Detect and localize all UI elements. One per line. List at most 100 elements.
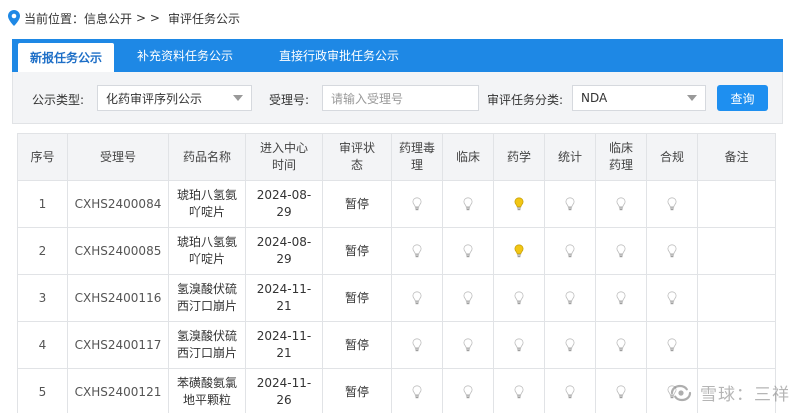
cell-clinical: [442, 368, 494, 413]
header-accept-number: 受理号: [67, 133, 169, 181]
cell-review-status: 暂停: [322, 227, 392, 275]
tab-new-task[interactable]: 新报任务公示: [18, 43, 114, 72]
breadcrumb-current: 审评任务公示: [167, 11, 240, 26]
filter-bar: 公示类型: 化药审评序列公示 受理号: 请输入受理号 审评任务分类: NDA 查…: [12, 72, 783, 124]
cell-remarks: [697, 180, 776, 228]
lightbulb-off-icon: [463, 244, 473, 258]
cell-clinical-pharmacology: [595, 274, 647, 322]
header-clinical-pharmacology: 临床 药理: [595, 133, 647, 181]
cell-clinical-pharmacology: [595, 368, 647, 413]
cell-index: 2: [17, 227, 68, 275]
cell-compliance: [646, 227, 698, 275]
lightbulb-off-icon: [616, 244, 626, 258]
cell-index: 5: [17, 368, 68, 413]
cell-drug-name: 琥珀八氢氨 吖啶片: [168, 227, 246, 275]
lightbulb-off-icon: [514, 385, 524, 399]
lightbulb-off-icon: [412, 291, 422, 305]
cell-clinical-pharmacology: [595, 321, 647, 369]
cell-pharmacology-toxicology: [391, 274, 443, 322]
lightbulb-off-icon: [565, 291, 575, 305]
type-select[interactable]: 化药审评序列公示: [97, 85, 252, 111]
header-drug-name: 药品名称: [168, 133, 246, 181]
tab-bar: 新报任务公示 补充资料任务公示 直接行政审批任务公示: [12, 39, 783, 72]
lightbulb-off-icon: [565, 244, 575, 258]
cell-clinical-pharmacology: [595, 180, 647, 228]
header-statistics: 统计: [544, 133, 596, 181]
cell-statistics: [544, 321, 596, 369]
lightbulb-off-icon: [463, 385, 473, 399]
cell-pharmacy: [493, 180, 545, 228]
cell-entry-time: 2024-11- 21: [245, 321, 323, 369]
lightbulb-off-icon: [667, 197, 677, 211]
task-category-value: NDA: [581, 91, 608, 105]
accept-number-input[interactable]: 请输入受理号: [322, 85, 479, 111]
lightbulb-off-icon: [565, 197, 575, 211]
accept-number-label: 受理号:: [269, 93, 310, 107]
tab-direct-approval-task[interactable]: 直接行政审批任务公示: [256, 39, 422, 72]
cell-drug-name: 氢溴酸伏硫 西汀口崩片: [168, 274, 246, 322]
snowball-logo-icon: [670, 384, 692, 401]
lightbulb-off-icon: [616, 291, 626, 305]
watermark-text: 雪球：三祥: [700, 385, 790, 405]
cell-pharmacology-toxicology: [391, 180, 443, 228]
task-table: 序号 受理号 药品名称 进入中心 时间 审评状 态药理毒 理临床 药学 统计 临床 药理 合规备…: [17, 133, 776, 413]
cell-clinical: [442, 180, 494, 228]
table-row[interactable]: 3 CXHS2400116 氢溴酸伏硫 西汀口崩片 2024-11- 21 暂停: [17, 274, 776, 322]
lightbulb-off-icon: [667, 291, 677, 305]
cell-clinical-pharmacology: [595, 227, 647, 275]
breadcrumb-section[interactable]: 信息公开: [84, 10, 132, 27]
lightbulb-off-icon: [616, 385, 626, 399]
cell-entry-time: 2024-08- 29: [245, 180, 323, 228]
watermark: 雪球：三祥: [668, 380, 790, 405]
cell-accept-number: CXHS2400117: [67, 321, 169, 369]
cell-remarks: [697, 321, 776, 369]
lightbulb-off-icon: [565, 385, 575, 399]
cell-review-status: 暂停: [322, 180, 392, 228]
lightbulb-on-icon: [514, 197, 524, 211]
cell-clinical: [442, 321, 494, 369]
cell-statistics: [544, 368, 596, 413]
cell-entry-time: 2024-11- 21: [245, 274, 323, 322]
header-review-status: 审评状 态: [322, 133, 392, 181]
table-row[interactable]: 5 CXHS2400121 苯磺酸氨氯 地平颗粒 2024-11- 26 暂停: [17, 368, 776, 413]
breadcrumb-prefix: 当前位置：: [24, 11, 85, 26]
breadcrumb: 当前位置： 信息公开 > > 审评任务公示: [8, 8, 240, 28]
task-category-label: 审评任务分类:: [487, 93, 564, 107]
chevron-down-icon: [233, 95, 243, 101]
cell-review-status: 暂停: [322, 321, 392, 369]
query-button[interactable]: 查询: [717, 85, 768, 111]
cell-drug-name: 氢溴酸伏硫 西汀口崩片: [168, 321, 246, 369]
cell-index: 4: [17, 321, 68, 369]
lightbulb-off-icon: [565, 338, 575, 352]
cell-index: 1: [17, 180, 68, 228]
header-remarks: 备注: [697, 133, 776, 181]
header-index: 序号: [17, 133, 68, 181]
header-pharmacy: 药学: [493, 133, 545, 181]
table-header-row: 序号 受理号 药品名称 进入中心 时间 审评状 态药理毒 理临床 药学 统计 临床 药理 合规备…: [17, 133, 776, 181]
table-row[interactable]: 2 CXHS2400085 琥珀八氢氨 吖啶片 2024-08- 29 暂停: [17, 227, 776, 275]
cell-accept-number: CXHS2400084: [67, 180, 169, 228]
cell-statistics: [544, 274, 596, 322]
type-select-value: 化药审评序列公示: [106, 91, 203, 106]
table-row[interactable]: 4 CXHS2400117 氢溴酸伏硫 西汀口崩片 2024-11- 21 暂停: [17, 321, 776, 369]
table-row[interactable]: 1 CXHS2400084 琥珀八氢氨 吖啶片 2024-08- 29 暂停: [17, 180, 776, 228]
lightbulb-off-icon: [412, 197, 422, 211]
lightbulb-off-icon: [616, 338, 626, 352]
cell-pharmacy: [493, 227, 545, 275]
cell-drug-name: 琥珀八氢氨 吖啶片: [168, 180, 246, 228]
header-clinical: 临床: [442, 133, 494, 181]
cell-pharmacology-toxicology: [391, 227, 443, 275]
lightbulb-off-icon: [412, 244, 422, 258]
cell-review-status: 暂停: [322, 274, 392, 322]
task-category-select[interactable]: NDA: [572, 85, 706, 111]
type-label: 公示类型:: [32, 93, 85, 107]
cell-statistics: [544, 227, 596, 275]
accept-number-placeholder: 请输入受理号: [331, 91, 404, 106]
table-body: 1 CXHS2400084 琥珀八氢氨 吖啶片 2024-08- 29 暂停 2 CXHS2…: [17, 180, 776, 413]
cell-compliance: [646, 321, 698, 369]
cell-pharmacology-toxicology: [391, 368, 443, 413]
lightbulb-off-icon: [514, 338, 524, 352]
cell-compliance: [646, 274, 698, 322]
tab-supplement-task[interactable]: 补充资料任务公示: [114, 39, 256, 72]
lightbulb-off-icon: [463, 338, 473, 352]
